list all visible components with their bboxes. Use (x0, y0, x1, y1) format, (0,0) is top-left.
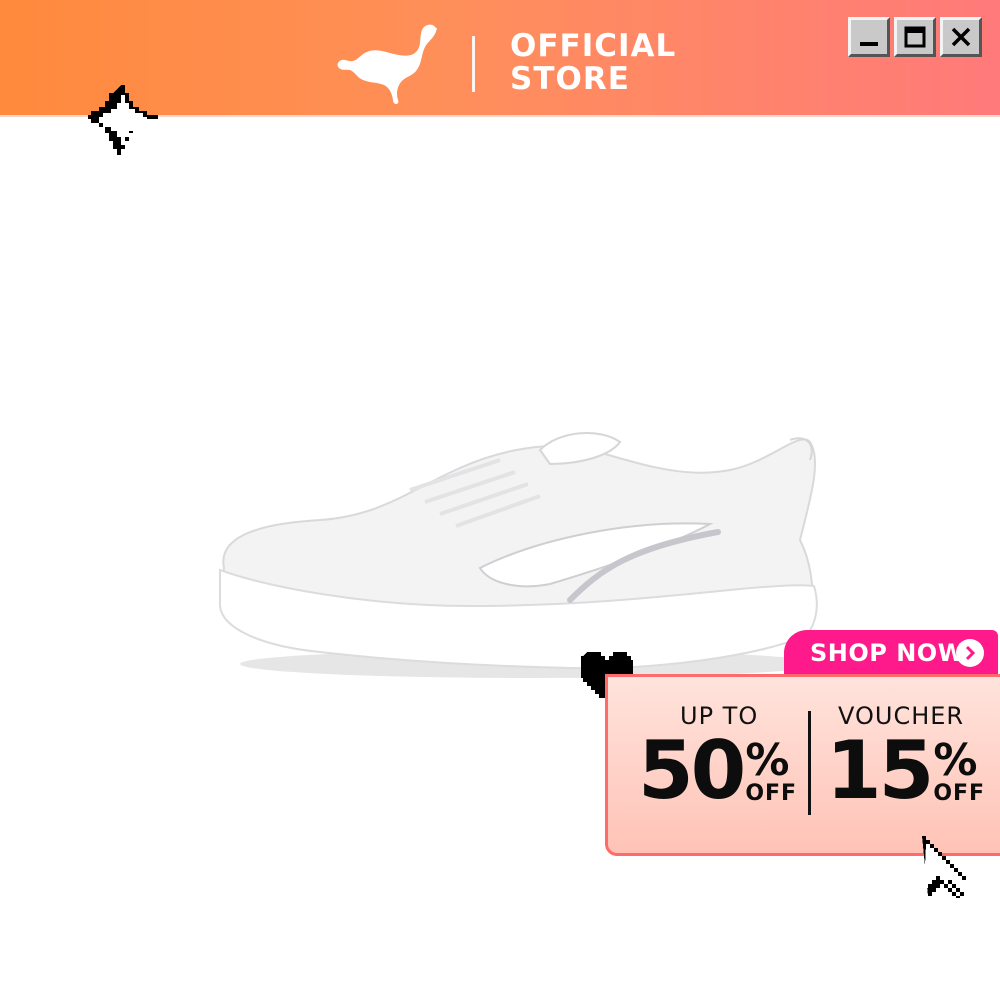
voucher-percent: % (933, 735, 978, 786)
minimize-button[interactable] (848, 17, 890, 57)
sparkle-icon (88, 85, 158, 155)
pointer-cursor-icon (922, 836, 966, 898)
promo-card: UP TO 50 % OFF VOUCHER 15 % OFF (605, 674, 1000, 856)
promo-divider (808, 711, 811, 815)
store-line-1: OFFICIAL (510, 28, 677, 64)
product-image (219, 432, 820, 678)
official-store-label: OFFICIAL STORE (510, 30, 676, 96)
minimize-icon (860, 42, 878, 46)
maximize-icon (904, 26, 926, 48)
voucher-block: VOUCHER 15 % OFF (826, 703, 985, 811)
puma-logo (337, 24, 437, 104)
header-divider (472, 36, 475, 92)
store-line-2: STORE (510, 61, 630, 97)
maximize-button[interactable] (894, 17, 936, 57)
voucher-value: 15 (826, 724, 934, 817)
window-controls (848, 17, 982, 57)
voucher-suffix: OFF (933, 781, 986, 806)
discount-suffix: OFF (745, 781, 798, 806)
shop-now-button[interactable]: SHOP NOW (784, 630, 998, 676)
shop-now-label: SHOP NOW (810, 639, 965, 667)
chevron-right-icon (956, 639, 984, 667)
discount-percent: % (745, 735, 790, 786)
close-button[interactable] (940, 17, 982, 57)
discount-block: UP TO 50 % OFF (638, 703, 797, 811)
discount-value: 50 (638, 724, 746, 817)
close-icon (951, 27, 971, 47)
